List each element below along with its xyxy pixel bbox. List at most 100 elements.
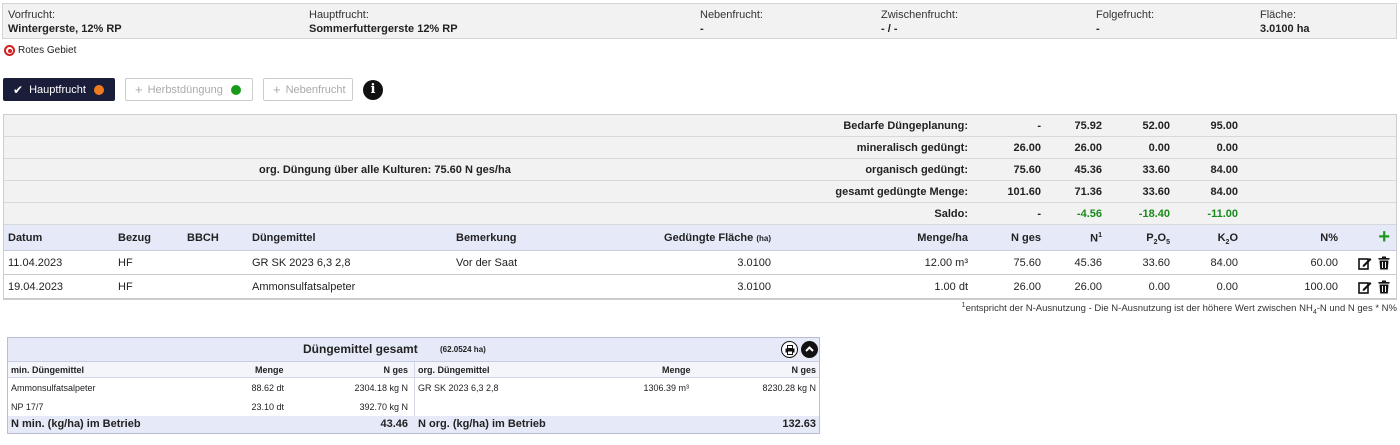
col-bezug[interactable]: Bezug — [118, 232, 151, 244]
summary-value-k2o: 84.00 — [1210, 164, 1238, 176]
cell-duengemittel: GR SK 2023 6,3 2,8 — [252, 257, 351, 269]
summary-value-k2o: 84.00 — [1210, 186, 1238, 198]
summary-value-nges: 26.00 — [1013, 142, 1041, 154]
red-zone-label: Rotes Gebiet — [18, 45, 77, 56]
nebenfrucht-label: Nebenfrucht: — [700, 9, 763, 21]
col-datum[interactable]: Datum — [8, 232, 42, 244]
zwischenfrucht-label: Zwischenfrucht: — [881, 9, 959, 21]
min-menge: 88.62 dt — [251, 383, 284, 393]
edit-icon[interactable] — [1358, 280, 1372, 294]
trash-icon[interactable] — [1377, 256, 1391, 270]
panel-title: Düngemittel gesamt — [303, 342, 418, 356]
cell-p2o5: 33.60 — [1142, 257, 1170, 269]
tab-hauptfrucht[interactable]: ✔ Hauptfrucht — [3, 78, 115, 101]
cell-datum: 11.04.2023 — [8, 257, 63, 269]
status-dot-icon — [93, 84, 104, 95]
min-nges: 2304.18 kg N — [354, 383, 408, 393]
min-footer-value: 43.46 — [380, 418, 408, 430]
col-flaeche-unit: (ha) — [756, 234, 771, 243]
col-k2o-k: K — [1217, 232, 1226, 244]
col-k2o[interactable]: K2O — [1218, 232, 1238, 246]
cell-npct: 100.00 — [1304, 281, 1338, 293]
col-npct[interactable]: N% — [1320, 232, 1338, 244]
col-k2o-o: O — [1229, 232, 1238, 244]
col-bemerkung[interactable]: Bemerkung — [456, 232, 517, 244]
tab-herbstduengung[interactable]: + Herbstdüngung — [125, 78, 253, 101]
cell-flaeche: 3.0100 — [737, 281, 771, 293]
cell-k2o: 0.00 — [1216, 281, 1238, 293]
summary-row-bedarfe: Bedarfe Düngeplanung: - 75.92 52.00 95.0… — [4, 115, 1396, 137]
status-dot-icon — [230, 84, 241, 95]
col-p2o5-sub2: 5 — [1166, 239, 1170, 247]
col-p2o5-p: P — [1146, 232, 1154, 244]
col-n-sup: 1 — [1098, 232, 1102, 239]
col-menge[interactable]: Menge/ha — [917, 232, 968, 244]
cell-bezug: HF — [118, 281, 133, 293]
folgefrucht-value: - — [1096, 23, 1100, 35]
summary-row-saldo: Saldo: - -4.56 -18.40 -11.00 — [4, 203, 1396, 225]
summary-value-nges: - — [1037, 120, 1041, 132]
min-col-nges: N ges — [383, 365, 408, 375]
tab-hauptfrucht-label: Hauptfrucht — [29, 83, 86, 96]
col-flaeche[interactable]: Gedüngte Fläche (ha) — [664, 232, 771, 244]
fertilization-table: Bedarfe Düngeplanung: - 75.92 52.00 95.0… — [3, 114, 1397, 300]
summary-row-mineralisch: mineralisch gedüngt: 26.00 26.00 0.00 0.… — [4, 137, 1396, 159]
table-row[interactable]: 11.04.2023 HF GR SK 2023 6,3 2,8 Vor der… — [4, 251, 1396, 275]
hauptfrucht-cell: Hauptfrucht: Sommerfuttergerste 12% RP — [309, 8, 458, 36]
zwischenfrucht-value: - / - — [881, 23, 898, 35]
flaeche-value: 3.0100 ha — [1260, 23, 1310, 35]
org-total-text: org. Düngung über alle Kulturen: 75.60 N… — [259, 164, 511, 176]
tab-nebenfrucht[interactable]: + Nebenfrucht — [263, 78, 353, 101]
table-row[interactable]: 19.04.2023 HF Ammonsulfatsalpeter 3.0100… — [4, 275, 1396, 299]
trash-icon[interactable] — [1377, 280, 1391, 294]
col-duengemittel[interactable]: Düngemittel — [252, 232, 316, 244]
summary-value-n: 75.92 — [1074, 120, 1102, 132]
col-bbch[interactable]: BBCH — [187, 232, 219, 244]
footnote-text-a: entspricht der N-Ausnutzung - Die N-Ausn… — [965, 303, 1313, 315]
print-icon[interactable] — [781, 341, 798, 358]
summary-value-p2o5: -18.40 — [1138, 208, 1170, 220]
plus-icon: + — [273, 82, 281, 97]
tab-herbstduengung-label: Herbstdüngung — [147, 83, 223, 96]
org-footer-label: N org. (kg/ha) im Betrieb — [418, 418, 546, 430]
summary-value-p2o5: 33.60 — [1142, 186, 1170, 198]
col-p2o5-o: O — [1157, 232, 1167, 244]
flaeche-cell: Fläche: 3.0100 ha — [1260, 8, 1310, 36]
target-icon — [4, 45, 15, 56]
org-col-nges: N ges — [791, 365, 816, 375]
add-entry-icon[interactable]: + — [1378, 227, 1390, 247]
summary-label: mineralisch gedüngt: — [856, 142, 968, 154]
col-n[interactable]: N1 — [1090, 232, 1102, 245]
vorfrucht-label: Vorfrucht: — [8, 9, 56, 21]
cell-menge: 12.00 m³ — [924, 257, 968, 269]
nebenfrucht-cell: Nebenfrucht: - — [700, 8, 763, 36]
col-nges[interactable]: N ges — [1011, 232, 1041, 244]
summary-value-n: 45.36 — [1074, 164, 1102, 176]
summary-value-p2o5: 33.60 — [1142, 164, 1170, 176]
org-menge: 1306.39 m³ — [643, 383, 689, 393]
col-p2o5[interactable]: P2O5 — [1146, 232, 1170, 246]
summary-row-organisch: org. Düngung über alle Kulturen: 75.60 N… — [4, 159, 1396, 181]
summary-label: Bedarfe Düngeplanung: — [843, 120, 968, 132]
footnote-text-b: -N und N ges * N% — [1316, 303, 1397, 315]
min-nges: 392.70 kg N — [359, 402, 408, 412]
vorfrucht-cell: Vorfrucht: Wintergerste, 12% RP — [8, 8, 122, 36]
edit-icon[interactable] — [1358, 256, 1372, 270]
folgefrucht-label: Folgefrucht: — [1096, 9, 1155, 21]
check-icon: ✔ — [13, 82, 24, 97]
flaeche-label: Fläche: — [1260, 9, 1297, 21]
cell-k2o: 84.00 — [1210, 257, 1238, 269]
min-menge: 23.10 dt — [251, 402, 284, 412]
org-col-menge: Menge — [662, 365, 691, 375]
summary-value-p2o5: 52.00 — [1142, 120, 1170, 132]
chevron-up-icon[interactable] — [801, 341, 818, 358]
panel-header: Düngemittel gesamt (62.0524 ha) — [8, 338, 819, 362]
cell-npct: 60.00 — [1310, 257, 1338, 269]
cell-nges: 26.00 — [1013, 281, 1041, 293]
red-zone-indicator: Rotes Gebiet — [4, 45, 76, 56]
nebenfrucht-value: - — [700, 23, 704, 35]
summary-value-k2o: 0.00 — [1216, 142, 1238, 154]
info-icon[interactable]: i — [363, 79, 383, 100]
season-tabs: ✔ Hauptfrucht + Herbstdüngung + Nebenfru… — [3, 78, 383, 101]
table-footnote: 1entspricht der N-Ausnutzung - Die N-Aus… — [962, 302, 1397, 316]
